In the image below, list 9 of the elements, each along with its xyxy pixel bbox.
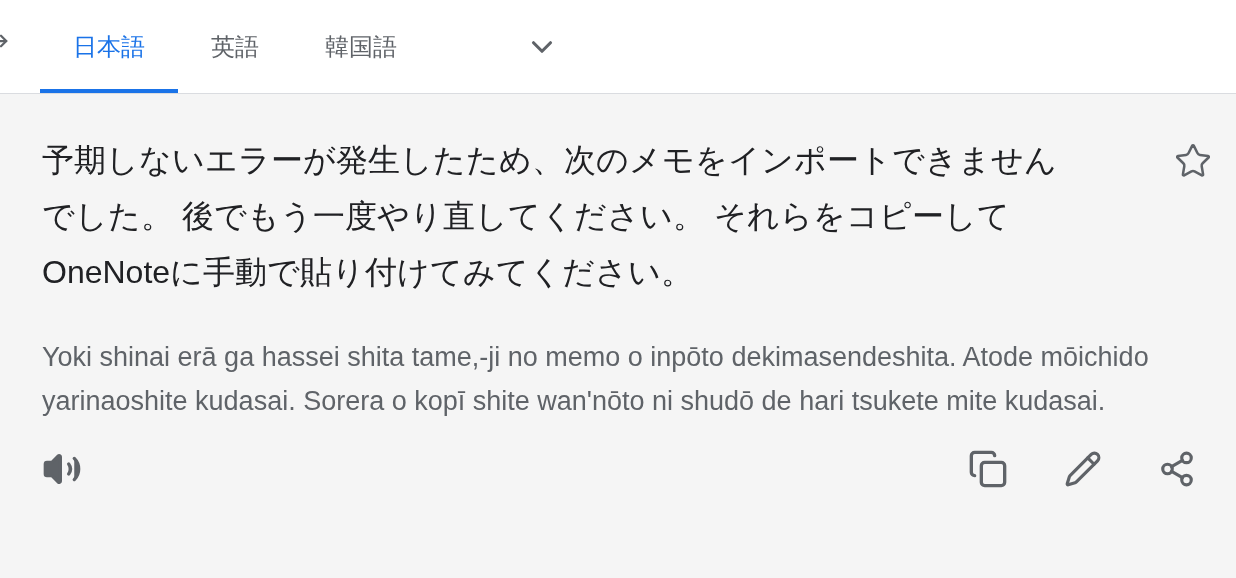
edit-button[interactable] [1064,450,1102,488]
language-tab[interactable]: 日本語 [40,0,178,93]
copy-button[interactable] [968,449,1008,489]
language-tab[interactable]: 韓国語 [292,0,430,93]
romanization-text: Yoki shinai erā ga hassei shita tame,-ji no memo o inpōto dekimasendeshita. Atode mōichido yarinaoshite kudasai. Sorera o kopī shite wan'nōto ni shudō de hari tsukete mite kudasai. [42,341,1150,418]
share-button[interactable] [1158,450,1196,488]
star-button[interactable] [1174,142,1212,180]
translation-text: 予期しないエラーが発生したため、次のメモをインポートできませんでした。 後でもう一度やり直してください。 それらをコピーしてOneNoteに手動で貼り付けてみてください。 [42,141,1058,292]
language-tab[interactable]: 英語 [178,0,292,93]
